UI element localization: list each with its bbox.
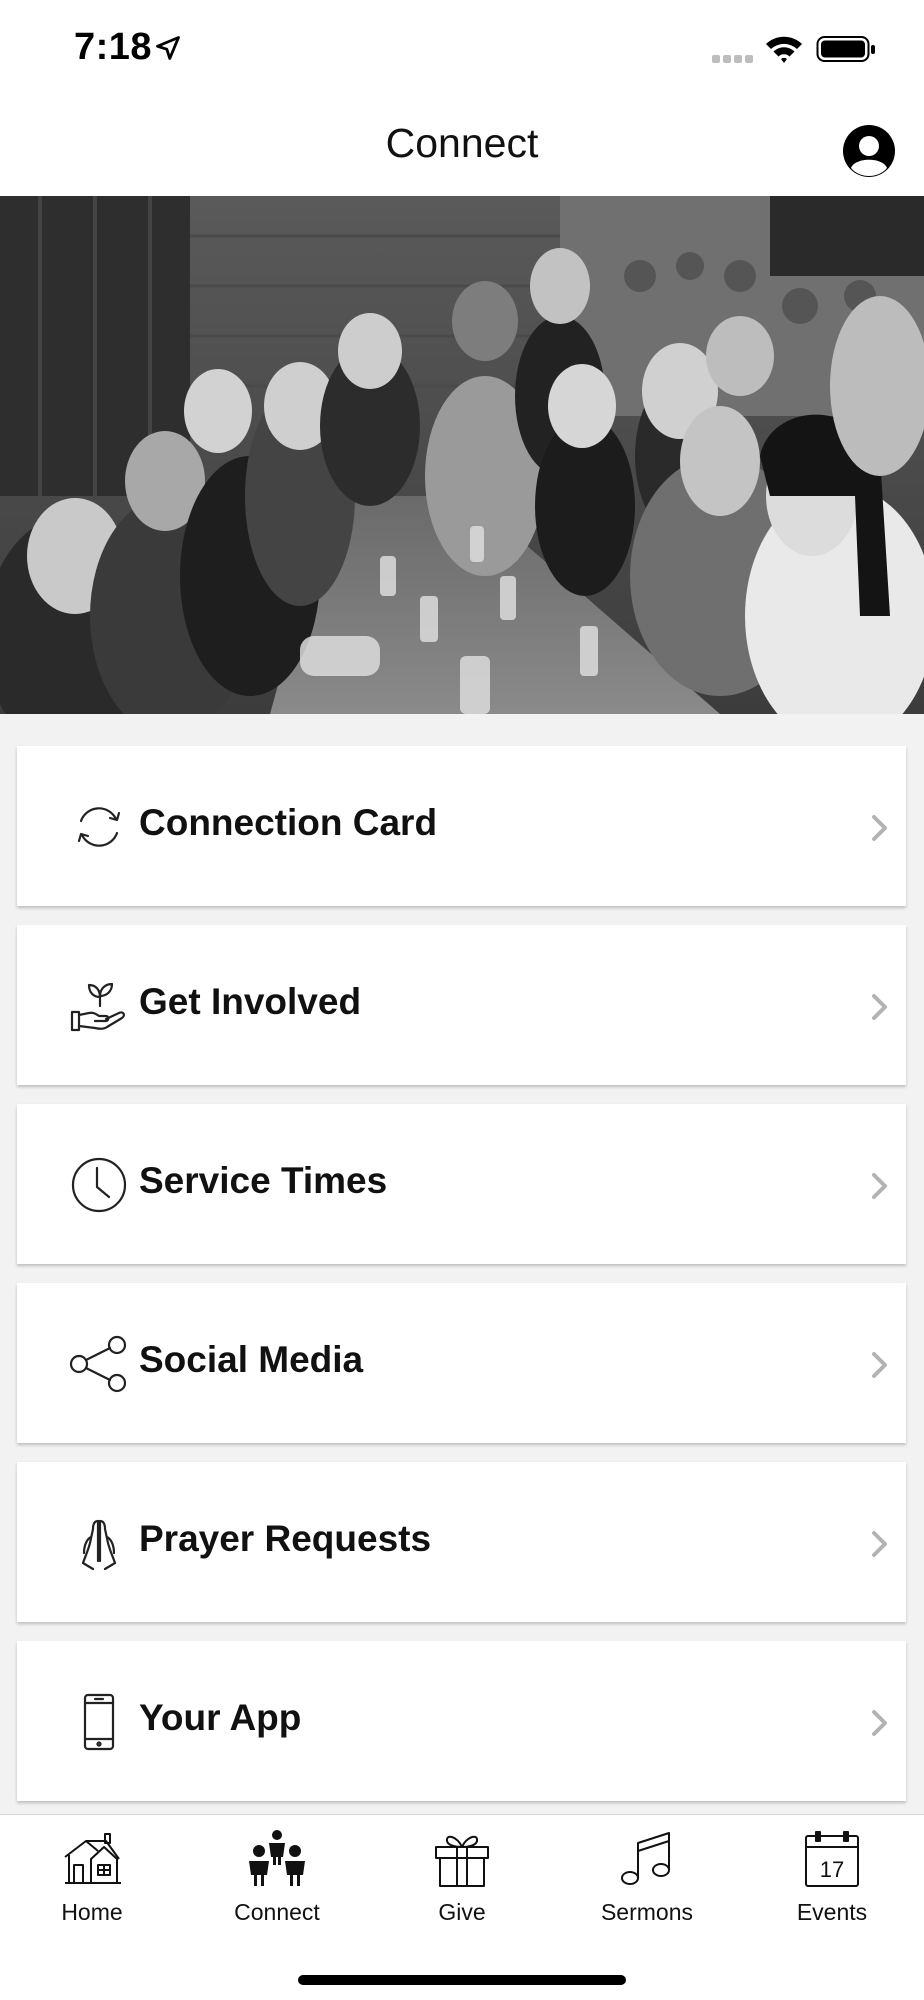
page-title: Connect	[385, 120, 539, 166]
menu-item-label: Social Media	[139, 1339, 364, 1380]
house-icon	[64, 1833, 121, 1884]
status-time: 7:18	[74, 26, 153, 68]
chevron-right-icon	[872, 1352, 887, 1378]
menu-item-label: Your App	[139, 1697, 302, 1738]
menu-item-connection-card[interactable]: Connection Card	[17, 746, 906, 906]
clock-icon	[71, 1157, 127, 1213]
tab-label: Give	[438, 1899, 486, 1925]
gift-icon	[435, 1835, 489, 1887]
chevron-right-icon	[872, 1710, 887, 1736]
tab-connect[interactable]: Connect	[185, 1829, 369, 1939]
praying-hands-icon	[81, 1519, 117, 1571]
tab-events[interactable]: 17 Events	[740, 1829, 924, 1939]
profile-icon[interactable]	[842, 124, 896, 178]
home-indicator	[298, 1975, 626, 1985]
status-bar: 7:18	[0, 0, 924, 100]
menu-item-your-app[interactable]: Your App	[17, 1641, 906, 1801]
menu-item-label: Connection Card	[139, 802, 438, 843]
menu-item-label: Prayer Requests	[139, 1518, 432, 1559]
battery-icon	[816, 36, 875, 62]
menu-item-social-media[interactable]: Social Media	[17, 1283, 906, 1443]
smartphone-icon	[83, 1693, 115, 1751]
menu-item-label: Service Times	[139, 1160, 388, 1201]
hero-photo	[0, 196, 924, 714]
wifi-icon	[766, 36, 802, 63]
app-header: Connect	[0, 100, 924, 196]
tab-label: Connect	[234, 1899, 320, 1925]
tab-bar: Home Connect Give Sermons 17 Events	[0, 1814, 924, 2000]
tab-home[interactable]: Home	[0, 1829, 184, 1939]
share-icon	[69, 1335, 127, 1393]
calendar-day-text: 17	[820, 1857, 844, 1882]
sync-arrows-icon	[77, 807, 121, 847]
tab-label: Events	[796, 1899, 868, 1925]
tab-label: Home	[61, 1899, 123, 1925]
music-note-icon	[621, 1832, 670, 1885]
tab-give[interactable]: Give	[370, 1829, 554, 1939]
chevron-right-icon	[872, 815, 887, 841]
location-arrow-icon	[156, 36, 180, 60]
menu-item-service-times[interactable]: Service Times	[17, 1104, 906, 1264]
cellular-signal-icon	[712, 55, 753, 63]
people-icon	[249, 1830, 305, 1886]
calendar-icon: 17	[805, 1831, 859, 1887]
menu-item-label: Get Involved	[139, 981, 362, 1022]
hand-sprout-icon	[70, 982, 125, 1032]
chevron-right-icon	[872, 1531, 887, 1557]
tab-sermons[interactable]: Sermons	[555, 1829, 739, 1939]
menu-item-prayer-requests[interactable]: Prayer Requests	[17, 1462, 906, 1622]
chevron-right-icon	[872, 994, 887, 1020]
tab-label: Sermons	[600, 1899, 694, 1925]
menu-item-get-involved[interactable]: Get Involved	[17, 925, 906, 1085]
chevron-right-icon	[872, 1173, 887, 1199]
